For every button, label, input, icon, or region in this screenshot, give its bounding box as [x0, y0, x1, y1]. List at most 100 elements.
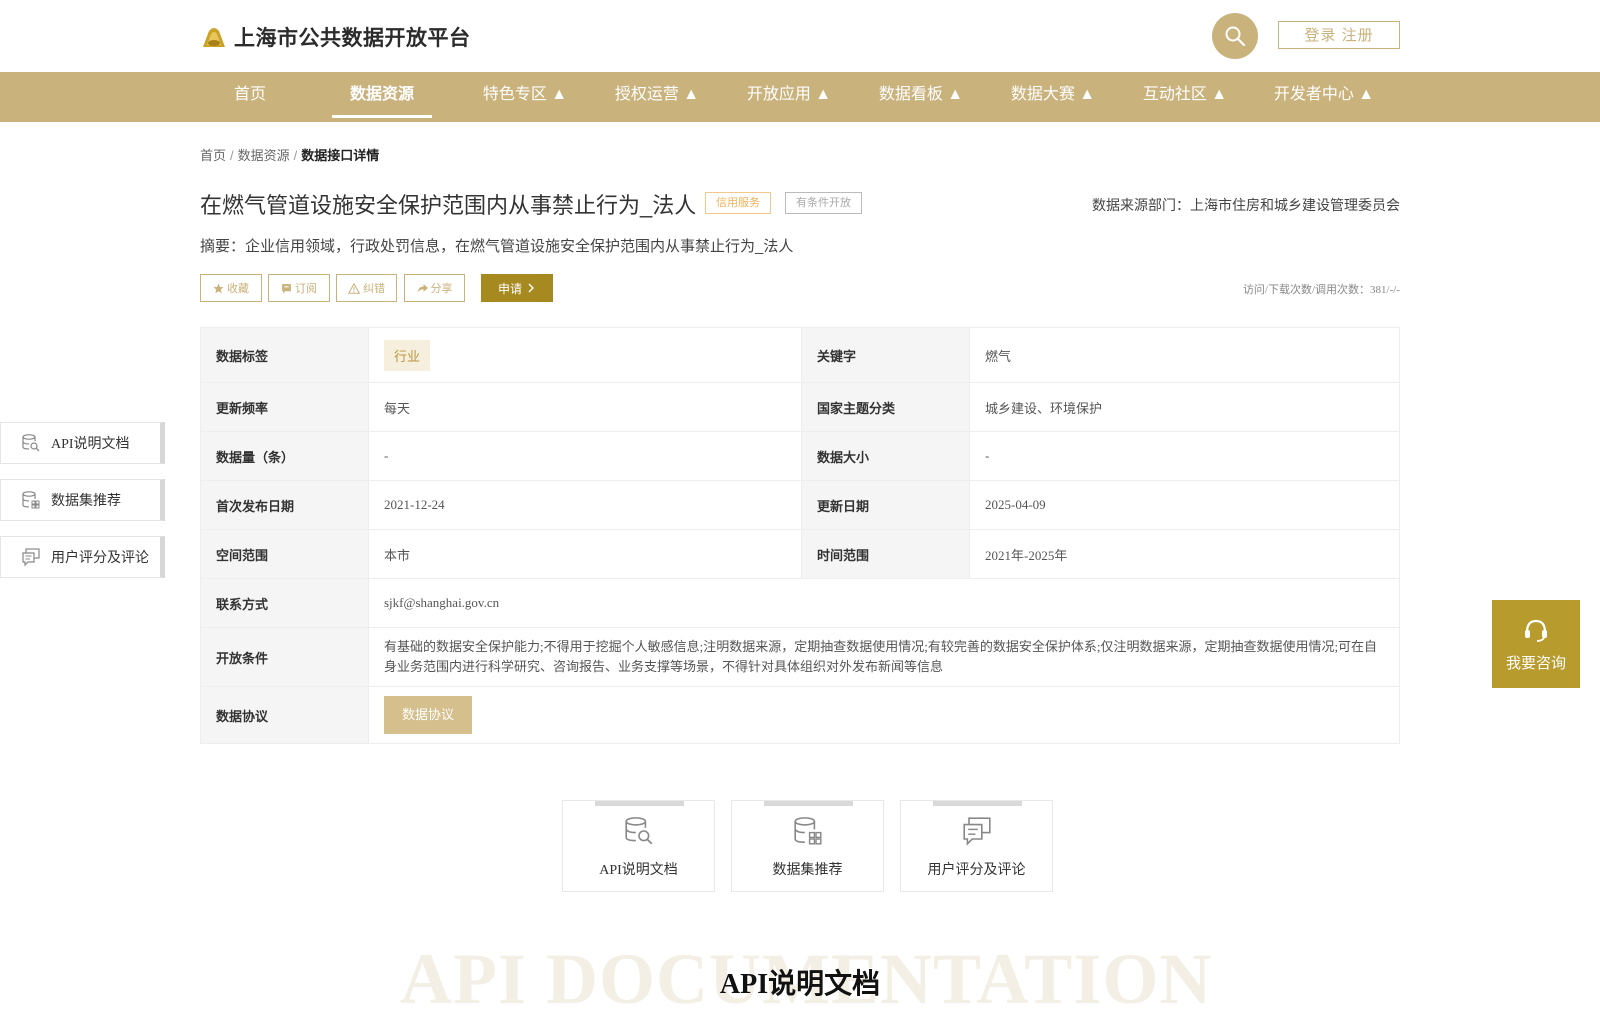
share-label: 分享	[430, 283, 453, 295]
card-top-bar	[595, 801, 684, 806]
card-user-reviews[interactable]: 用户评分及评论	[900, 800, 1053, 892]
subscribe-label: 订阅	[295, 283, 317, 295]
time-range-label: 时间范围	[801, 529, 970, 579]
side-nav-label: API说明文档	[51, 437, 130, 452]
apply-button[interactable]: 申请	[481, 274, 553, 302]
consult-button[interactable]: 我要咨询	[1492, 600, 1580, 688]
data-agreement-button[interactable]: 数据协议	[384, 696, 473, 734]
data-size-label: 数据大小	[801, 431, 970, 481]
breadcrumb-home[interactable]: 首页	[200, 148, 226, 163]
table-row: 首次发布日期 2021-12-24 更新日期 2025-04-09	[200, 480, 1400, 530]
nav-item-featured[interactable]: 特色专区 ▲	[466, 72, 584, 122]
login-register-button[interactable]: 登录 注册	[1278, 21, 1400, 49]
card-api-doc[interactable]: API说明文档	[562, 800, 715, 892]
card-top-bar	[933, 801, 1022, 806]
search-button[interactable]	[1212, 13, 1258, 59]
section-heading: API说明文档	[719, 969, 881, 1000]
data-count-label: 数据量（条）	[200, 431, 369, 481]
keyword-label: 关键字	[801, 327, 970, 383]
card-top-bar	[764, 801, 853, 806]
national-theme-value: 城乡建设、环境保护	[969, 382, 1400, 432]
contact-label: 联系方式	[200, 578, 369, 628]
industry-tag[interactable]: 行业	[384, 339, 431, 371]
consult-label: 我要咨询	[1505, 654, 1566, 672]
page-title: 在燃气管道设施安全保护范围内从事禁止行为_法人	[200, 193, 697, 218]
spatial-range-label: 空间范围	[200, 529, 369, 579]
table-row: 数据协议 数据协议	[200, 686, 1400, 744]
summary-text: 摘要：企业信用领域，行政处罚信息，在燃气管道设施安全保护范围内从事禁止行为_法人	[200, 238, 794, 255]
table-row: 空间范围 本市 时间范围 2021年-2025年	[200, 529, 1400, 579]
search-icon	[1225, 26, 1246, 47]
agreement-cell: 数据协议	[368, 686, 1400, 744]
doc-search-icon	[21, 433, 41, 453]
info-table: 数据标签 行业 关键字 燃气 更新频率 每天 国家主题分类 城乡建设、环境保护 …	[200, 327, 1400, 744]
share-button[interactable]: 分享	[404, 274, 465, 302]
chevron-right-icon	[528, 283, 534, 293]
update-frequency-label: 更新频率	[200, 382, 369, 432]
bookmark-icon	[282, 283, 291, 293]
card-label: 数据集推荐	[772, 863, 843, 878]
conditional-open-tag: 有条件开放	[785, 192, 862, 214]
breadcrumb-separator: /	[293, 148, 298, 163]
open-condition-label: 开放条件	[200, 627, 369, 687]
update-date-value: 2025-04-09	[969, 480, 1400, 530]
share-icon	[417, 283, 428, 293]
site-logo[interactable]: 上海市公共数据开放平台	[200, 22, 471, 52]
agreement-label: 数据协议	[200, 686, 369, 744]
data-size-value: -	[969, 431, 1400, 481]
card-label: API说明文档	[599, 863, 678, 878]
side-nav-api-doc[interactable]: API说明文档	[0, 422, 165, 464]
favorite-button[interactable]: 收藏	[200, 274, 262, 302]
national-theme-label: 国家主题分类	[801, 382, 970, 432]
card-label: 用户评分及评论	[927, 863, 1026, 878]
credit-service-tag: 信用服务	[705, 192, 771, 214]
favorite-label: 收藏	[227, 283, 249, 295]
contact-value: sjkf@shanghai.gov.cn	[368, 578, 1400, 628]
nav-item-data-resources[interactable]: 数据资源	[332, 72, 432, 122]
first-publish-label: 首次发布日期	[200, 480, 369, 530]
breadcrumb-separator: /	[230, 148, 234, 163]
nav-item-competition[interactable]: 数据大赛 ▲	[994, 72, 1112, 122]
doc-search-icon	[624, 817, 652, 845]
star-icon	[213, 283, 224, 293]
side-nav-dataset-recommend[interactable]: 数据集推荐	[0, 479, 165, 521]
nav-item-authorized-ops[interactable]: 授权运营 ▲	[598, 72, 716, 122]
side-nav-user-reviews[interactable]: 用户评分及评论	[0, 536, 165, 578]
nav-item-dashboard[interactable]: 数据看板 ▲	[862, 72, 980, 122]
table-row: 开放条件 有基础的数据安全保护能力;不得用于挖掘个人敏感信息;注明数据来源，定期…	[200, 627, 1400, 687]
nav-item-home[interactable]: 首页	[220, 72, 280, 122]
table-row: 数据量（条） - 数据大小 -	[200, 431, 1400, 481]
keyword-value: 燃气	[969, 327, 1400, 383]
update-date-label: 更新日期	[801, 480, 970, 530]
comment-icon	[21, 547, 41, 567]
update-frequency-value: 每天	[368, 382, 802, 432]
report-error-button[interactable]: 纠错	[336, 274, 397, 302]
comment-icon	[962, 817, 991, 846]
top-header: 上海市公共数据开放平台 登录 注册	[0, 0, 1600, 72]
main-nav: 首页 数据资源 特色专区 ▲ 授权运营 ▲ 开放应用 ▲ 数据看板 ▲ 数据大赛…	[0, 72, 1600, 122]
table-row: 更新频率 每天 国家主题分类 城乡建设、环境保护	[200, 382, 1400, 432]
nav-item-open-apps[interactable]: 开放应用 ▲	[730, 72, 848, 122]
data-source-department: 数据来源部门：上海市住房和城乡建设管理委员会	[1092, 197, 1400, 213]
time-range-value: 2021年-2025年	[969, 529, 1400, 579]
side-nav-label: 数据集推荐	[51, 494, 121, 509]
warning-icon	[348, 282, 360, 294]
database-grid-icon	[21, 490, 41, 510]
headset-icon	[1525, 619, 1547, 642]
subscribe-button[interactable]: 订阅	[268, 274, 330, 302]
side-nav-label: 用户评分及评论	[51, 551, 149, 566]
site-title: 上海市公共数据开放平台	[234, 27, 471, 50]
open-condition-value: 有基础的数据安全保护能力;不得用于挖掘个人敏感信息;注明数据来源，定期抽查数据使…	[368, 627, 1400, 687]
logo-icon	[203, 28, 225, 47]
breadcrumb-section[interactable]: 数据资源	[238, 148, 290, 163]
data-tag-cell: 行业	[368, 327, 802, 383]
breadcrumb-current: 数据接口详情	[301, 148, 380, 163]
visit-stats: 访问/下载次数/调用次数：381/-/-	[1242, 284, 1400, 296]
table-row: 联系方式 sjkf@shanghai.gov.cn	[200, 578, 1400, 628]
nav-item-community[interactable]: 互动社区 ▲	[1126, 72, 1244, 122]
database-grid-icon	[793, 817, 822, 845]
nav-item-developer[interactable]: 开发者中心 ▲	[1258, 72, 1390, 122]
data-count-value: -	[368, 431, 802, 481]
card-dataset-recommend[interactable]: 数据集推荐	[731, 800, 884, 892]
first-publish-value: 2021-12-24	[368, 480, 802, 530]
